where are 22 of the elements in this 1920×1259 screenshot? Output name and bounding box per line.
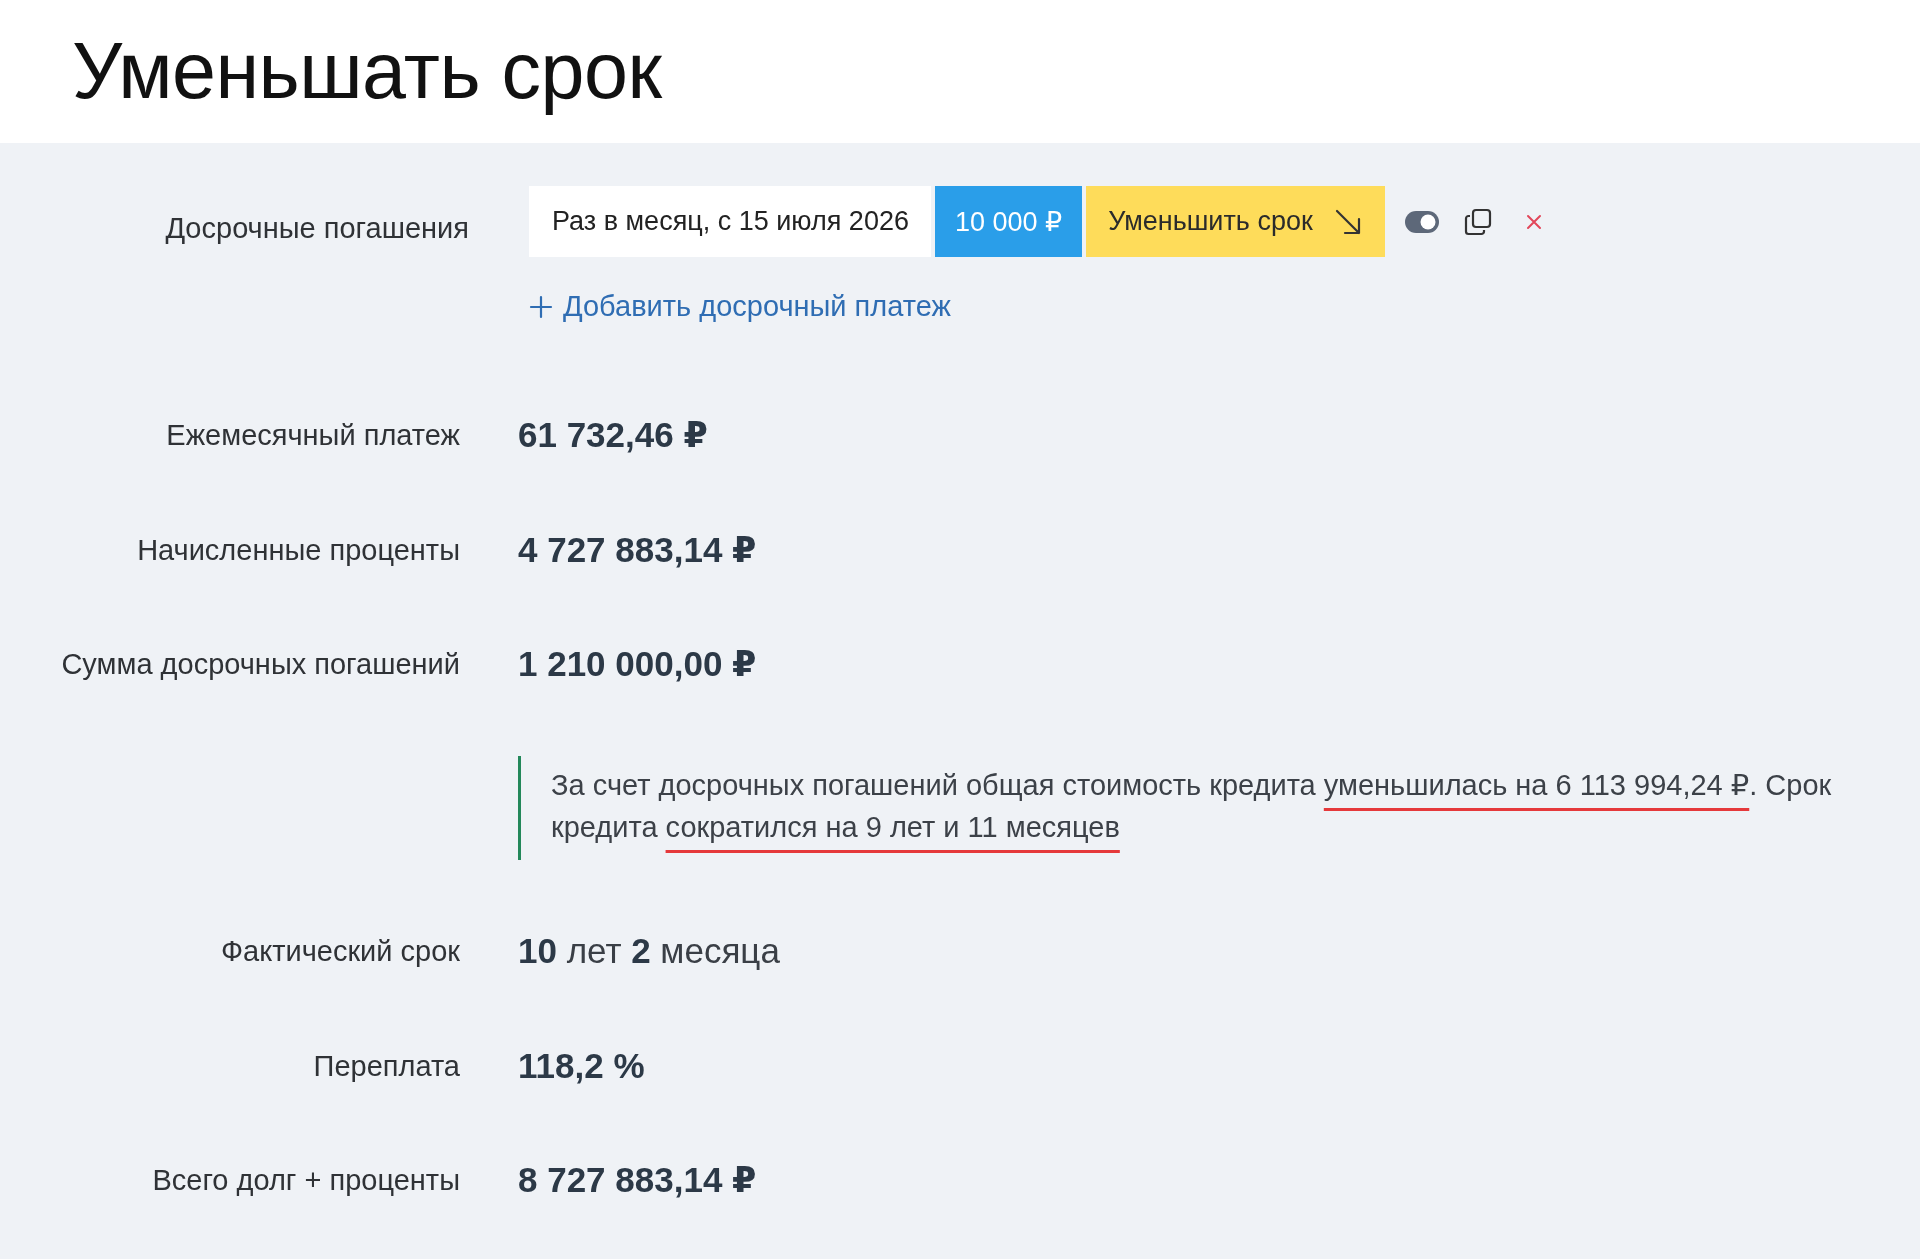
metric-label: Всего долг + проценты: [151, 1163, 460, 1198]
copy-icon[interactable]: [1462, 206, 1493, 237]
summary-note: За счет досрочных погашений общая стоимость кредита уменьшилась на 6 113 994,24 ₽. Срок кредита сократился на 9 лет и 11 месяцев: [551, 768, 1833, 845]
metric-value: 1 210 000,00 ₽: [518, 643, 757, 685]
toggle-switch[interactable]: [1404, 210, 1439, 233]
add-payment-link[interactable]: Добавить досрочный платеж: [529, 290, 951, 323]
metric-label: Сумма досрочных погашений: [60, 647, 460, 682]
row-label: Досрочные погашения: [164, 211, 469, 246]
metric-value: 4 727 883,14 ₽: [518, 528, 757, 571]
mode-button[interactable]: Уменьшить срок: [1086, 186, 1385, 257]
plus-icon: [529, 294, 553, 319]
metric-value: 61 732,46 ₽: [518, 414, 708, 456]
metric-value: 10 лет 2 месяца: [518, 930, 780, 972]
metric-label: Ежемесячный платеж: [165, 418, 460, 453]
metric-value: 8 727 883,14 ₽: [518, 1159, 757, 1201]
close-icon[interactable]: [1525, 213, 1542, 230]
period-field[interactable]: Раз в месяц, с 15 июля 2026: [529, 186, 931, 257]
metric-value: 118,2 %: [518, 1044, 645, 1087]
page-title: Уменьшать срок: [72, 25, 662, 118]
metric-label: Начисленные проценты: [136, 532, 460, 568]
metric-label: Переплата: [312, 1048, 460, 1084]
metric-label: Фактический срок: [220, 934, 460, 969]
